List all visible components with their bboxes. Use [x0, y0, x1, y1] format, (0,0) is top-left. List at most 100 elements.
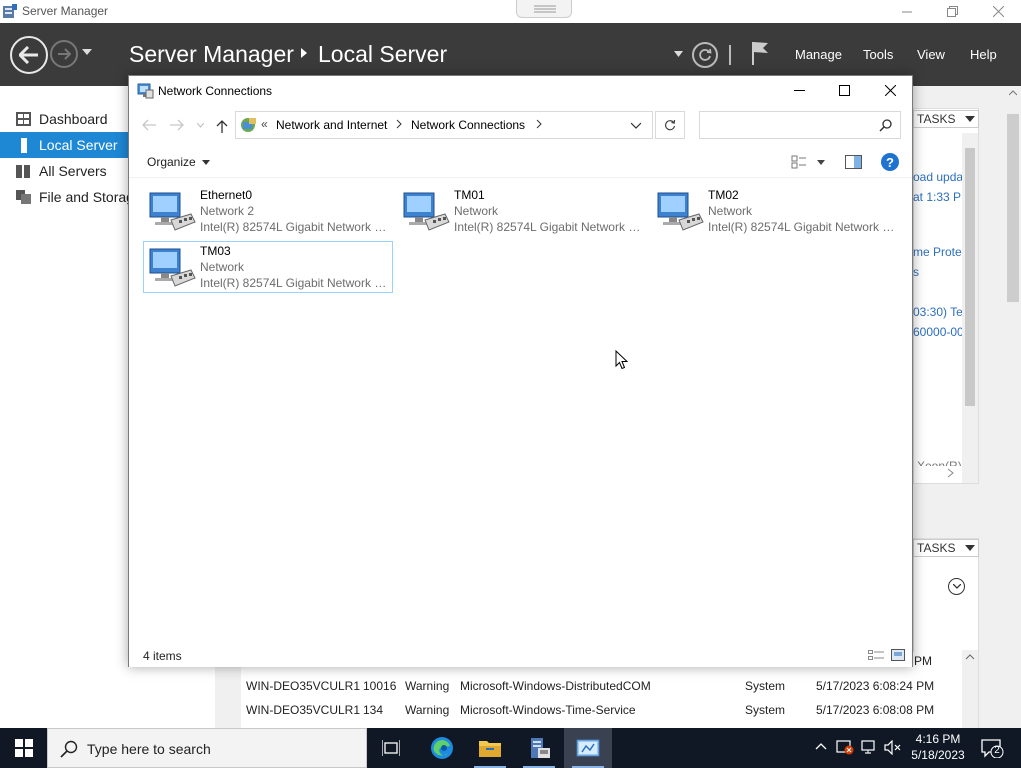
menu-help[interactable]: Help	[970, 47, 997, 62]
adapter-device: Intel(R) 82574L Gigabit Network C...	[708, 220, 898, 234]
address-part-network-connections[interactable]: Network Connections	[411, 118, 525, 132]
search-input[interactable]	[699, 111, 901, 139]
partial-text-1[interactable]: oad upda	[913, 170, 962, 184]
nc-maximize-button[interactable]	[821, 76, 867, 104]
view-dropdown-icon[interactable]	[817, 160, 825, 165]
tasks-dropdown-top[interactable]: TASKS	[913, 110, 979, 128]
partial-text-6[interactable]: 60000-00	[913, 325, 962, 339]
up-arrow-icon[interactable]	[215, 119, 231, 133]
notification-count: 2	[994, 745, 1000, 756]
sm-close-button[interactable]	[975, 0, 1021, 23]
adapter-ethernet0[interactable]: Ethernet0 Network 2 Intel(R) 82574L Giga…	[143, 185, 393, 237]
taskbar-search-placeholder: Type here to search	[87, 741, 211, 757]
adapter-name: TM02	[708, 188, 739, 202]
adapter-device: Intel(R) 82574L Gigabit Network C...	[200, 276, 390, 290]
system-tray	[812, 728, 902, 768]
nc-minimize-button[interactable]	[776, 76, 822, 104]
volume-muted-icon[interactable]	[884, 740, 902, 755]
large-icons-view-icon[interactable]	[891, 649, 905, 661]
event-id: 10016	[363, 679, 397, 693]
task-view-button[interactable]	[367, 728, 415, 768]
dashboard-icon	[15, 111, 32, 127]
adapter-tm01[interactable]: TM01 Network Intel(R) 82574L Gigabit Net…	[397, 185, 647, 237]
properties-scrollbar[interactable]	[962, 133, 978, 483]
show-hidden-icons-chevron[interactable]	[815, 742, 827, 750]
help-icon[interactable]: ?	[881, 153, 899, 171]
refresh-button[interactable]	[692, 42, 718, 68]
event-id: 134	[363, 703, 384, 717]
events-scrollbar[interactable]	[962, 650, 978, 728]
nc-titlebar[interactable]: Network Connections	[129, 76, 912, 106]
nc-close-button[interactable]	[867, 76, 913, 104]
tablet-grip-handle[interactable]	[516, 0, 572, 18]
adapter-tm02[interactable]: TM02 Network Intel(R) 82574L Gigabit Net…	[651, 185, 901, 237]
storage-icon	[15, 189, 32, 205]
menu-tools[interactable]: Tools	[863, 47, 893, 62]
partial-text-5[interactable]: 03:30) Teh	[913, 305, 962, 319]
address-separator-icon[interactable]	[396, 119, 402, 129]
event-server: WIN-DEO35VCULR1	[246, 703, 361, 717]
partial-text-4[interactable]: s	[913, 265, 962, 279]
address-part-network-internet[interactable]: Network and Internet	[276, 118, 387, 132]
address-bar[interactable]: « Network and Internet Network Connectio…	[235, 111, 653, 139]
adapter-device: Intel(R) 82574L Gigabit Network C...	[200, 220, 390, 234]
network-folder-icon	[240, 117, 257, 134]
nc-refresh-button[interactable]	[655, 111, 685, 139]
tasks-label: TASKS	[917, 541, 956, 555]
clock-date: 5/18/2023	[911, 748, 965, 762]
sidebar-item-label: Local Server	[39, 137, 118, 153]
forward-button[interactable]	[50, 40, 78, 68]
scrollbar-thumb[interactable]	[965, 148, 975, 406]
history-dropdown-icon[interactable]	[82, 48, 92, 56]
tasks-dropdown-events[interactable]: TASKS	[913, 539, 979, 557]
organize-button[interactable]: Organize	[147, 155, 210, 169]
security-alert-icon[interactable]	[836, 739, 854, 755]
scroll-right-icon[interactable]	[947, 468, 955, 478]
event-log: System	[745, 679, 786, 693]
partial-text-3[interactable]: me Prote	[913, 245, 962, 259]
taskbar-clock[interactable]: 4:16 PM 5/18/2023	[904, 730, 972, 766]
adapter-device: Intel(R) 82574L Gigabit Network C...	[454, 220, 644, 234]
back-button[interactable]	[10, 36, 48, 74]
adapter-name: TM01	[454, 188, 485, 202]
menu-manage[interactable]: Manage	[795, 47, 842, 62]
main-vertical-scrollbar[interactable]	[1005, 86, 1021, 728]
event-partial-time: PM	[914, 654, 932, 668]
network-adapter-icon	[147, 190, 199, 234]
address-overflow-chevron[interactable]: «	[261, 117, 268, 131]
refresh-dropdown-icon[interactable]	[674, 51, 683, 57]
scrollbar-thumb[interactable]	[1007, 114, 1019, 302]
nc-window-title: Network Connections	[158, 84, 273, 98]
taskbar-file-explorer[interactable]	[466, 728, 514, 768]
preview-pane-icon[interactable]	[845, 155, 862, 169]
sm-minimize-button[interactable]	[884, 0, 930, 23]
action-center-button[interactable]: 2	[980, 738, 1004, 758]
server-manager-app-icon	[2, 4, 18, 19]
notifications-flag-icon[interactable]	[750, 40, 770, 66]
server-manager-title: Server Manager	[22, 4, 109, 18]
taskbar-network-connections[interactable]	[564, 728, 612, 768]
taskbar: Type here to search 4:16 PM 5/18/2023 2	[0, 728, 1021, 768]
taskbar-search-box[interactable]: Type here to search	[47, 728, 367, 768]
taskbar-edge[interactable]	[418, 728, 466, 768]
taskbar-server-manager[interactable]	[515, 728, 563, 768]
address-separator-icon[interactable]	[536, 119, 542, 129]
change-view-icon[interactable]	[791, 155, 807, 169]
expand-circle-icon[interactable]	[948, 578, 965, 595]
event-source: Microsoft-Windows-DistributedCOM	[460, 679, 651, 693]
server-manager-icon	[531, 738, 550, 758]
menu-view[interactable]: View	[917, 47, 945, 62]
address-dropdown-icon[interactable]	[631, 122, 641, 129]
scroll-up-icon[interactable]	[1009, 90, 1017, 96]
start-button[interactable]	[0, 728, 47, 768]
network-status-icon[interactable]	[861, 740, 879, 755]
item-count: 4 items	[143, 649, 182, 663]
event-date: 5/17/2023 6:08:24 PM	[816, 679, 935, 693]
nc-forward-arrow-icon[interactable]	[169, 118, 185, 132]
nc-back-arrow-icon[interactable]	[141, 118, 157, 132]
partial-text-2[interactable]: at 1:33 PM	[913, 190, 962, 204]
details-view-icon[interactable]	[868, 650, 884, 661]
sm-restore-button[interactable]	[929, 0, 975, 23]
adapter-tm03[interactable]: TM03 Network Intel(R) 82574L Gigabit Net…	[143, 241, 393, 293]
recent-locations-dropdown-icon[interactable]	[197, 123, 204, 128]
